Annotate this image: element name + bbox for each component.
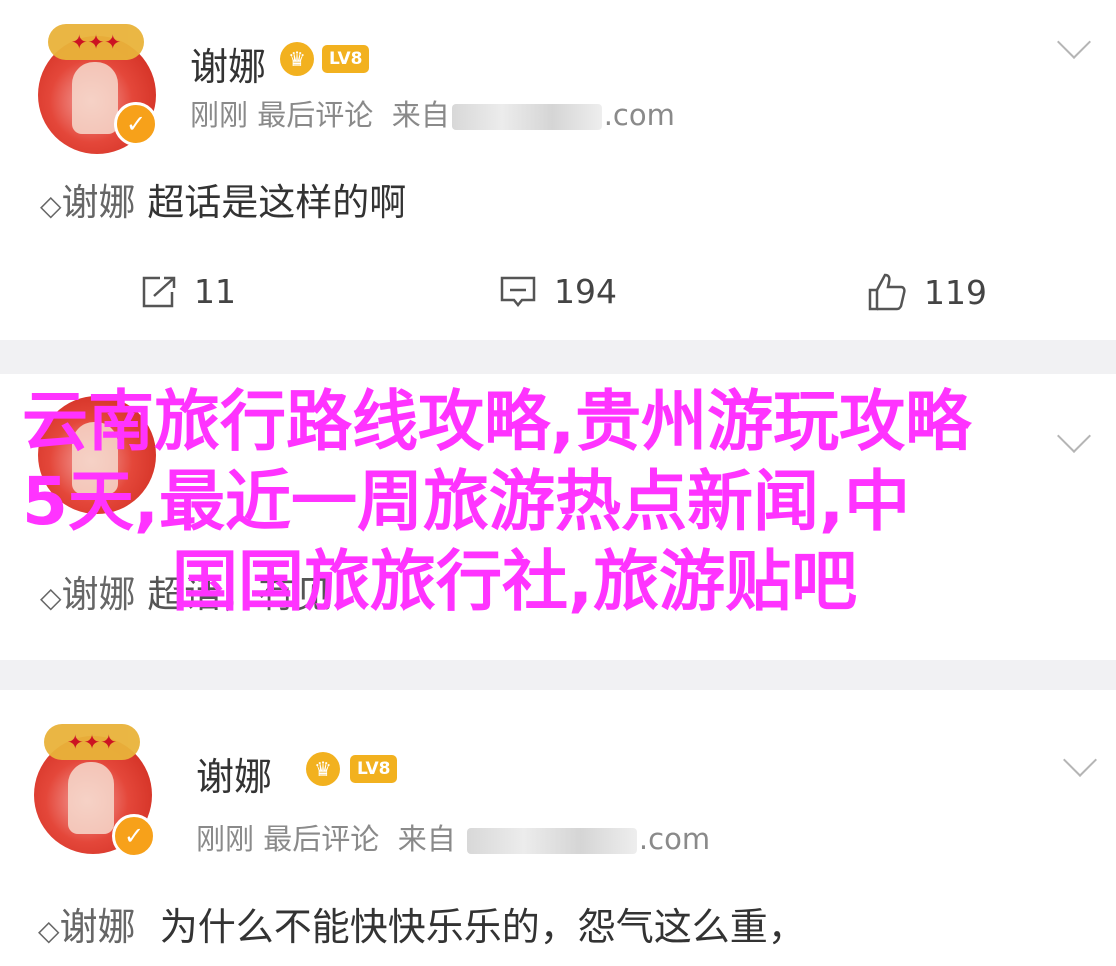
meta-time: 刚刚 (196, 822, 255, 856)
topic-tag[interactable]: 谢娜 (60, 905, 136, 949)
verified-icon: ✓ (112, 814, 156, 858)
share-icon (142, 276, 176, 307)
share-button[interactable]: 11 (140, 272, 236, 311)
username[interactable]: 谢娜 (190, 36, 266, 91)
diamond-topic-icon: ◇ (38, 914, 60, 947)
post-card-1: ✦✦✦ ✓ 谢娜 ♛ LV8 刚刚 最后评论 来自 .com ◇谢娜 超话是这样的… (0, 0, 1116, 340)
content-text: 超话是这样的啊 (147, 181, 407, 224)
avatar-portrait (68, 762, 114, 834)
meta-from: 来自 (397, 822, 456, 856)
post-content: ◇谢娜 超话是这样的啊 (40, 172, 406, 226)
comment-count: 194 (554, 272, 617, 311)
username[interactable]: 谢娜 (196, 746, 272, 801)
overlay-line-3: 国国旅旅行社,旅游贴吧 (172, 543, 858, 620)
overlay-line-2: 5天,最近一周旅游热点新闻,中 (22, 463, 911, 540)
post-content: ◇谢娜 为什么不能快快乐乐的，怨气这么重， (38, 896, 806, 951)
comment-button[interactable]: 194 (498, 272, 617, 311)
post-meta: 刚刚 最后评论 来自 .com (190, 92, 675, 134)
post-meta: 刚刚 最后评论 来自 .com (196, 816, 710, 858)
chevron-down-icon[interactable] (1063, 743, 1097, 777)
blurred-source (451, 104, 602, 130)
meta-from: 来自 (391, 98, 450, 132)
meta-action: 最后评论 (263, 822, 380, 856)
post-card-3: ✦✦✦ ✓ 谢娜 ♛ LV8 刚刚 最后评论 来自 .com ◇谢娜 为什么不能… (0, 690, 1116, 966)
meta-action: 最后评论 (257, 98, 374, 132)
topic-tag[interactable]: 谢娜 (62, 181, 136, 224)
overlay-headline: 云南旅行路线攻略,贵州游玩攻略 5天,最近一周旅游热点新闻,中 国国旅旅行社,旅… (22, 382, 1102, 622)
meta-time: 刚刚 (190, 98, 249, 132)
overlay-line-1: 云南旅行路线攻略,贵州游玩攻略 (22, 383, 972, 460)
blurred-source (466, 828, 637, 854)
crown-badge-icon: ♛ (306, 752, 340, 786)
diamond-topic-icon: ◇ (40, 189, 62, 222)
meta-domain: .com (603, 98, 675, 132)
like-icon (868, 273, 906, 311)
chevron-down-icon[interactable] (1057, 25, 1091, 59)
avatar-crown-decoration: ✦✦✦ (44, 724, 140, 760)
avatar-crown-decoration: ✦✦✦ (48, 24, 144, 60)
level-badge: LV8 (350, 755, 398, 783)
avatar-portrait (72, 62, 118, 134)
like-count: 119 (924, 272, 987, 312)
content-text: 为什么不能快快乐乐的，怨气这么重， (159, 905, 806, 949)
level-badge: LV8 (322, 45, 370, 73)
crown-badge-icon: ♛ (280, 42, 314, 76)
share-count: 11 (194, 272, 236, 311)
comment-icon (500, 276, 536, 307)
meta-domain: .com (638, 822, 711, 856)
like-button[interactable]: 119 (866, 272, 987, 312)
verified-icon: ✓ (114, 102, 158, 146)
